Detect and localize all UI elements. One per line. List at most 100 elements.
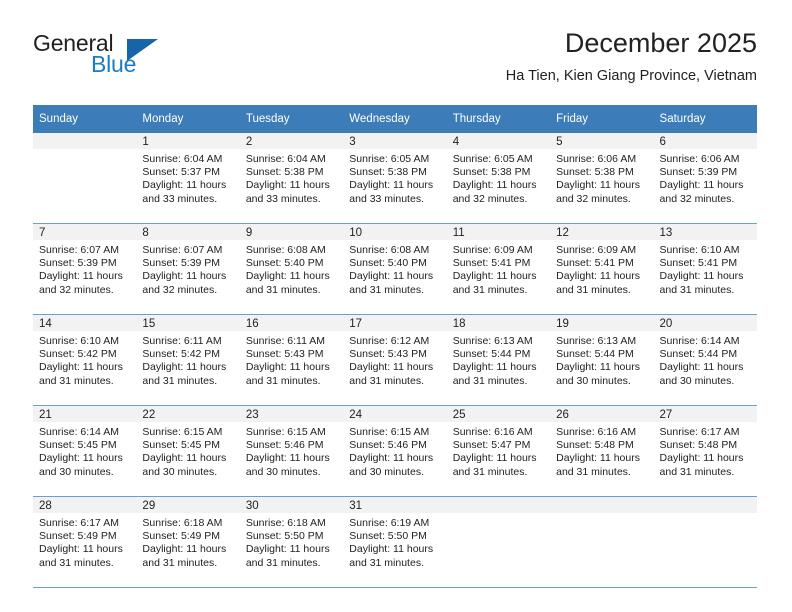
daylight-text: Daylight: 11 hours and 32 minutes. <box>39 270 123 296</box>
sunrise-text: Sunrise: 6:12 AM <box>349 335 430 347</box>
day-cell[interactable]: 27 Sunrise: 6:17 AM Sunset: 5:48 PM Dayligh… <box>653 406 757 495</box>
calendar-cell: 23 Sunrise: 6:15 AM Sunset: 5:46 PM Dayligh… <box>239 405 344 497</box>
sunrise-text: Sunrise: 6:09 AM <box>556 244 637 256</box>
sunrise-text: Sunrise: 6:04 AM <box>142 153 223 165</box>
sunrise-text: Sunrise: 6:15 AM <box>245 426 326 438</box>
daylight-text: Daylight: 11 hours and 31 minutes. <box>245 270 330 296</box>
day-details: Sunrise: 6:09 AM Sunset: 5:41 PM Daylight:… <box>447 240 550 297</box>
day-number: 22 <box>136 406 240 422</box>
day-number: 17 <box>343 315 447 331</box>
sunset-text: Sunset: 5:47 PM <box>452 439 531 452</box>
day-cell[interactable]: 31 Sunrise: 6:19 AM Sunset: 5:50 PM Dayligh… <box>343 497 447 586</box>
calendar-cell: 14 Sunrise: 6:10 AM Sunset: 5:42 PM Dayligh… <box>33 314 137 406</box>
day-number: 25 <box>446 406 551 422</box>
sunrise-text: Sunrise: 6:18 AM <box>245 517 326 529</box>
daylight-text: Daylight: 11 hours and 33 minutes. <box>142 179 227 205</box>
sunset-text: Sunset: 5:49 PM <box>39 530 117 543</box>
daylight-text: Daylight: 11 hours and 31 minutes. <box>556 452 640 478</box>
day-cell[interactable]: 30 Sunrise: 6:18 AM Sunset: 5:50 PM Dayligh… <box>239 497 344 586</box>
day-cell[interactable]: 13 Sunrise: 6:10 AM Sunset: 5:41 PM Dayligh… <box>653 224 757 313</box>
sunset-text: Sunset: 5:50 PM <box>349 530 427 543</box>
day-cell[interactable]: 15 Sunrise: 6:11 AM Sunset: 5:42 PM Dayligh… <box>136 315 240 404</box>
sunset-text: Sunset: 5:42 PM <box>142 348 221 361</box>
day-cell[interactable]: 11 Sunrise: 6:09 AM Sunset: 5:41 PM Dayligh… <box>446 224 551 313</box>
day-cell[interactable]: 8 Sunrise: 6:07 AM Sunset: 5:39 PM Daylight… <box>136 224 240 313</box>
day-cell[interactable]: 3 Sunrise: 6:05 AM Sunset: 5:38 PM Daylight… <box>343 133 447 222</box>
daylight-text: Daylight: 11 hours and 31 minutes. <box>39 361 123 387</box>
day-details: Sunrise: 6:08 AM Sunset: 5:40 PM Daylight:… <box>240 240 343 297</box>
sunrise-text: Sunrise: 6:06 AM <box>659 153 740 165</box>
day-cell[interactable]: 9 Sunrise: 6:08 AM Sunset: 5:40 PM Daylight… <box>239 224 344 313</box>
day-cell[interactable]: 2 Sunrise: 6:04 AM Sunset: 5:38 PM Daylight… <box>239 133 344 222</box>
day-cell[interactable]: 29 Sunrise: 6:18 AM Sunset: 5:49 PM Dayligh… <box>136 497 240 586</box>
day-cell[interactable]: 21 Sunrise: 6:14 AM Sunset: 5:45 PM Dayligh… <box>33 406 137 495</box>
calendar-table: Sunday Monday Tuesday Wednesday Thursday… <box>33 105 757 588</box>
calendar-cell: 10 Sunrise: 6:08 AM Sunset: 5:40 PM Dayligh… <box>343 223 447 315</box>
sunrise-text: Sunrise: 6:04 AM <box>245 153 326 165</box>
calendar-cell: 13 Sunrise: 6:10 AM Sunset: 5:41 PM Dayligh… <box>653 223 757 315</box>
sunrise-text: Sunrise: 6:05 AM <box>452 153 533 165</box>
day-details: Sunrise: 6:17 AM Sunset: 5:49 PM Daylight:… <box>33 513 136 570</box>
day-cell[interactable]: 17 Sunrise: 6:12 AM Sunset: 5:43 PM Dayligh… <box>343 315 447 404</box>
day-cell[interactable]: 26 Sunrise: 6:16 AM Sunset: 5:48 PM Dayligh… <box>550 406 654 495</box>
day-cell[interactable]: 28 Sunrise: 6:17 AM Sunset: 5:49 PM Dayligh… <box>33 497 137 586</box>
day-details: Sunrise: 6:15 AM Sunset: 5:45 PM Daylight:… <box>136 422 239 479</box>
sunset-text: Sunset: 5:44 PM <box>659 348 738 361</box>
day-details: Sunrise: 6:11 AM Sunset: 5:42 PM Daylight:… <box>136 331 239 388</box>
day-number: 6 <box>653 133 757 149</box>
sunset-text: Sunset: 5:38 PM <box>452 166 531 179</box>
sunrise-text: Sunrise: 6:08 AM <box>349 244 430 256</box>
day-cell-empty <box>550 497 654 586</box>
calendar-week-row: 14 Sunrise: 6:10 AM Sunset: 5:42 PM Dayligh… <box>33 314 757 406</box>
day-number <box>653 497 757 513</box>
daylight-text: Daylight: 11 hours and 31 minutes. <box>349 543 434 569</box>
day-cell[interactable]: 7 Sunrise: 6:07 AM Sunset: 5:39 PM Daylight… <box>33 224 137 313</box>
day-number: 9 <box>239 224 344 240</box>
day-number: 10 <box>343 224 447 240</box>
day-cell[interactable]: 18 Sunrise: 6:13 AM Sunset: 5:44 PM Dayligh… <box>446 315 551 404</box>
weekday-header-tuesday: Tuesday <box>239 105 344 133</box>
day-cell[interactable]: 16 Sunrise: 6:11 AM Sunset: 5:43 PM Dayligh… <box>239 315 344 404</box>
daylight-text: Daylight: 11 hours and 32 minutes. <box>659 179 744 205</box>
calendar-cell: 24 Sunrise: 6:15 AM Sunset: 5:46 PM Dayligh… <box>343 405 447 497</box>
day-cell[interactable]: 6 Sunrise: 6:06 AM Sunset: 5:39 PM Daylight… <box>653 133 757 222</box>
day-cell[interactable]: 5 Sunrise: 6:06 AM Sunset: 5:38 PM Daylight… <box>550 133 654 222</box>
day-cell[interactable]: 22 Sunrise: 6:15 AM Sunset: 5:45 PM Dayligh… <box>136 406 240 495</box>
day-cell[interactable]: 24 Sunrise: 6:15 AM Sunset: 5:46 PM Dayligh… <box>343 406 447 495</box>
day-cell[interactable]: 12 Sunrise: 6:09 AM Sunset: 5:41 PM Dayligh… <box>550 224 654 313</box>
day-cell[interactable]: 25 Sunrise: 6:16 AM Sunset: 5:47 PM Dayligh… <box>446 406 551 495</box>
calendar-cell: 15 Sunrise: 6:11 AM Sunset: 5:42 PM Dayligh… <box>136 314 240 406</box>
general-blue-logo[interactable]: General Blue <box>33 30 233 86</box>
calendar-cell: 3 Sunrise: 6:05 AM Sunset: 5:38 PM Daylight… <box>343 133 447 224</box>
daylight-text: Daylight: 11 hours and 30 minutes. <box>556 361 640 387</box>
calendar-week-row: 1 Sunrise: 6:04 AM Sunset: 5:37 PM Daylight… <box>33 133 757 224</box>
day-details: Sunrise: 6:04 AM Sunset: 5:38 PM Daylight:… <box>240 149 343 206</box>
calendar-cell: 5 Sunrise: 6:06 AM Sunset: 5:38 PM Daylight… <box>550 133 654 224</box>
day-number: 5 <box>550 133 654 149</box>
day-cell[interactable]: 20 Sunrise: 6:14 AM Sunset: 5:44 PM Dayligh… <box>653 315 757 404</box>
sunrise-text: Sunrise: 6:16 AM <box>556 426 637 438</box>
sunset-text: Sunset: 5:46 PM <box>349 439 427 452</box>
sunset-text: Sunset: 5:40 PM <box>349 257 427 270</box>
sunset-text: Sunset: 5:38 PM <box>556 166 634 179</box>
day-number: 28 <box>33 497 137 513</box>
day-details: Sunrise: 6:14 AM Sunset: 5:45 PM Daylight:… <box>33 422 136 479</box>
sunset-text: Sunset: 5:45 PM <box>39 439 117 452</box>
day-cell[interactable]: 19 Sunrise: 6:13 AM Sunset: 5:44 PM Dayligh… <box>550 315 654 404</box>
day-details: Sunrise: 6:07 AM Sunset: 5:39 PM Daylight:… <box>136 240 239 297</box>
day-cell[interactable]: 10 Sunrise: 6:08 AM Sunset: 5:40 PM Dayligh… <box>343 224 447 313</box>
day-cell[interactable]: 4 Sunrise: 6:05 AM Sunset: 5:38 PM Daylight… <box>446 133 551 222</box>
calendar-cell: 4 Sunrise: 6:05 AM Sunset: 5:38 PM Daylight… <box>446 133 551 224</box>
daylight-text: Daylight: 11 hours and 31 minutes. <box>452 361 537 387</box>
day-cell[interactable]: 23 Sunrise: 6:15 AM Sunset: 5:46 PM Dayligh… <box>239 406 344 495</box>
day-details: Sunrise: 6:18 AM Sunset: 5:49 PM Daylight:… <box>136 513 239 570</box>
sunrise-text: Sunrise: 6:09 AM <box>452 244 533 256</box>
calendar-week-row: 28 Sunrise: 6:17 AM Sunset: 5:49 PM Dayligh… <box>33 496 757 588</box>
day-cell[interactable]: 1 Sunrise: 6:04 AM Sunset: 5:37 PM Daylight… <box>136 133 240 222</box>
calendar-cell <box>446 496 551 588</box>
day-cell-empty <box>446 497 551 586</box>
day-cell[interactable]: 14 Sunrise: 6:10 AM Sunset: 5:42 PM Dayligh… <box>33 315 137 404</box>
daylight-text: Daylight: 11 hours and 30 minutes. <box>39 452 123 478</box>
calendar-cell: 1 Sunrise: 6:04 AM Sunset: 5:37 PM Daylight… <box>136 133 240 224</box>
calendar-page: General Blue December 2025 Ha Tien, Kien… <box>0 0 792 612</box>
